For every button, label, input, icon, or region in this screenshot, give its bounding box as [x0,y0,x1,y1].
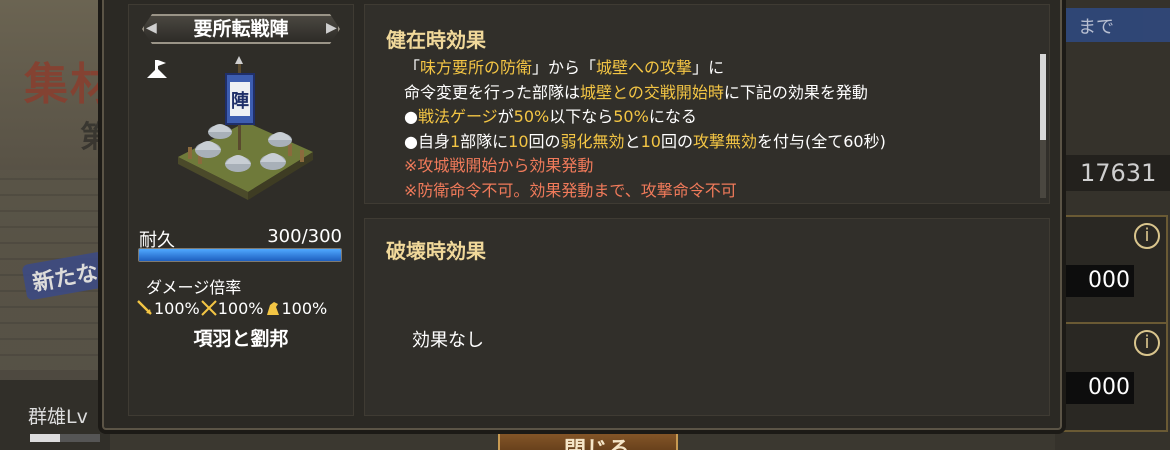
damage-multiplier-horse: 100% [264,298,328,318]
effect-text-segment: 」から「 [532,58,597,77]
chevron-left-icon: ◀ [146,20,157,36]
durability-value: 300/300 [267,226,342,247]
effect-text-segment: ●自身 [404,131,450,151]
scrollbar-thumb[interactable] [1040,54,1046,141]
background-gunyu-label: 群雄Lv [28,406,88,428]
effect-text-segment: 回の [660,131,693,151]
effect-line: 命令変更を行った部隊は城壁との交戦開始時に下記の効果を発動 [404,81,1044,106]
background-gunyu-bar [30,434,100,442]
close-button-label: 閉じる [564,432,630,450]
damage-multiplier-row: 100% 100% 100% [136,297,327,319]
effect-line: ●戦法ゲージが50%以下なら50%になる [404,105,1044,130]
background-resource-number: 17631 [1080,159,1157,187]
effect-text-segment: が [497,107,514,126]
effect-text-segment: 部隊に [460,131,509,151]
effect-text-segment: 城壁への攻撃 [596,58,693,77]
background-card-value: 000 [1062,265,1134,297]
damage-multiplier-swords: 100% [200,299,264,318]
damage-multiplier-value: 100% [154,298,200,318]
fort-name: 要所転戦陣 [193,18,289,40]
effect-text-segment: と [624,131,641,151]
horse-icon [266,302,279,315]
background-card-value: 000 [1062,372,1134,404]
alive-effect-title: 健在時効果 [386,28,486,52]
effect-text-segment: 」に [692,58,725,77]
effect-text-segment: 「 [404,58,421,77]
alive-effect-scrollbar[interactable] [1040,54,1046,198]
effect-text-segment: ● [404,107,418,126]
effect-line: ※防衛命令不可。効果発動まで、攻撃命令不可 [404,179,1044,204]
close-button[interactable]: 閉じる [498,428,678,450]
destroy-effect-text: 効果なし [412,330,484,351]
spear-icon [137,300,152,315]
effect-text-segment: になる [648,107,697,126]
fort-type-icon [147,60,167,78]
effect-text-segment: 1 [449,131,461,151]
alive-effect-text: 「味方要所の防衛」から「城壁への攻撃」に 命令変更を行った部隊は城壁との交戦開始時… [404,56,1044,203]
chevron-right-icon: ▶ [326,20,337,36]
effect-text-segment: 弱化無効 [560,131,625,151]
damage-multiplier-spear: 100% [136,299,200,318]
background-fort-card: i 000 [1058,215,1168,325]
crossed-swords-icon [201,300,217,316]
effect-text-segment: を付与(全て60秒) [756,131,886,151]
durability-bar [138,248,342,262]
damage-multiplier-label: ダメージ倍率 [146,278,242,297]
effect-text-segment: ※防衛命令不可。効果発動まで、攻撃命令不可 [404,180,737,200]
effect-text-segment: 回の [528,131,561,151]
effect-text-segment: ※攻城戦開始から効果発動 [404,156,594,175]
damage-multiplier-value: 100% [281,298,328,318]
background-banner-text: まで [1078,17,1114,38]
effect-text-segment: 味方要所の防衛 [420,58,533,77]
damage-multiplier-value: 100% [217,298,264,318]
effect-line: 「味方要所の防衛」から「城壁への攻撃」に [404,56,1044,81]
effect-text-segment: に下記の効果を発動 [723,82,868,102]
fort-owner: 項羽と劉邦 [193,328,289,350]
info-icon: i [1134,223,1160,249]
svg-text:陣: 陣 [231,90,249,112]
effect-text-segment: 命令変更を行った部隊は [404,82,581,102]
fort-image: 陣 [178,56,313,200]
durability-bar-fill [139,249,341,261]
background-resource: 17631 [1060,155,1170,191]
effect-line: ●自身1部隊に10回の弱化無効と10回の攻撃無効を付与(全て60秒) [404,130,1044,155]
effect-text-segment: 10 [508,131,529,151]
destroy-effect-title: 破壊時効果 [386,239,486,263]
effect-text-segment: 50% [613,107,649,126]
background-banner: まで [1060,8,1170,42]
effect-text-segment: 戦法ゲージ [417,107,498,126]
effect-line: ※攻城戦開始から効果発動 [404,154,1044,179]
info-icon: i [1134,330,1160,356]
effect-text-segment: 10 [640,131,661,151]
effect-text-segment: 50% [513,107,550,126]
background-fort-card: i 000 [1058,322,1168,432]
effect-text-segment: 以下なら [549,107,614,126]
effect-text-segment: 攻撃無効 [692,131,757,151]
effect-text-segment: 城壁との交戦開始時 [580,82,724,102]
